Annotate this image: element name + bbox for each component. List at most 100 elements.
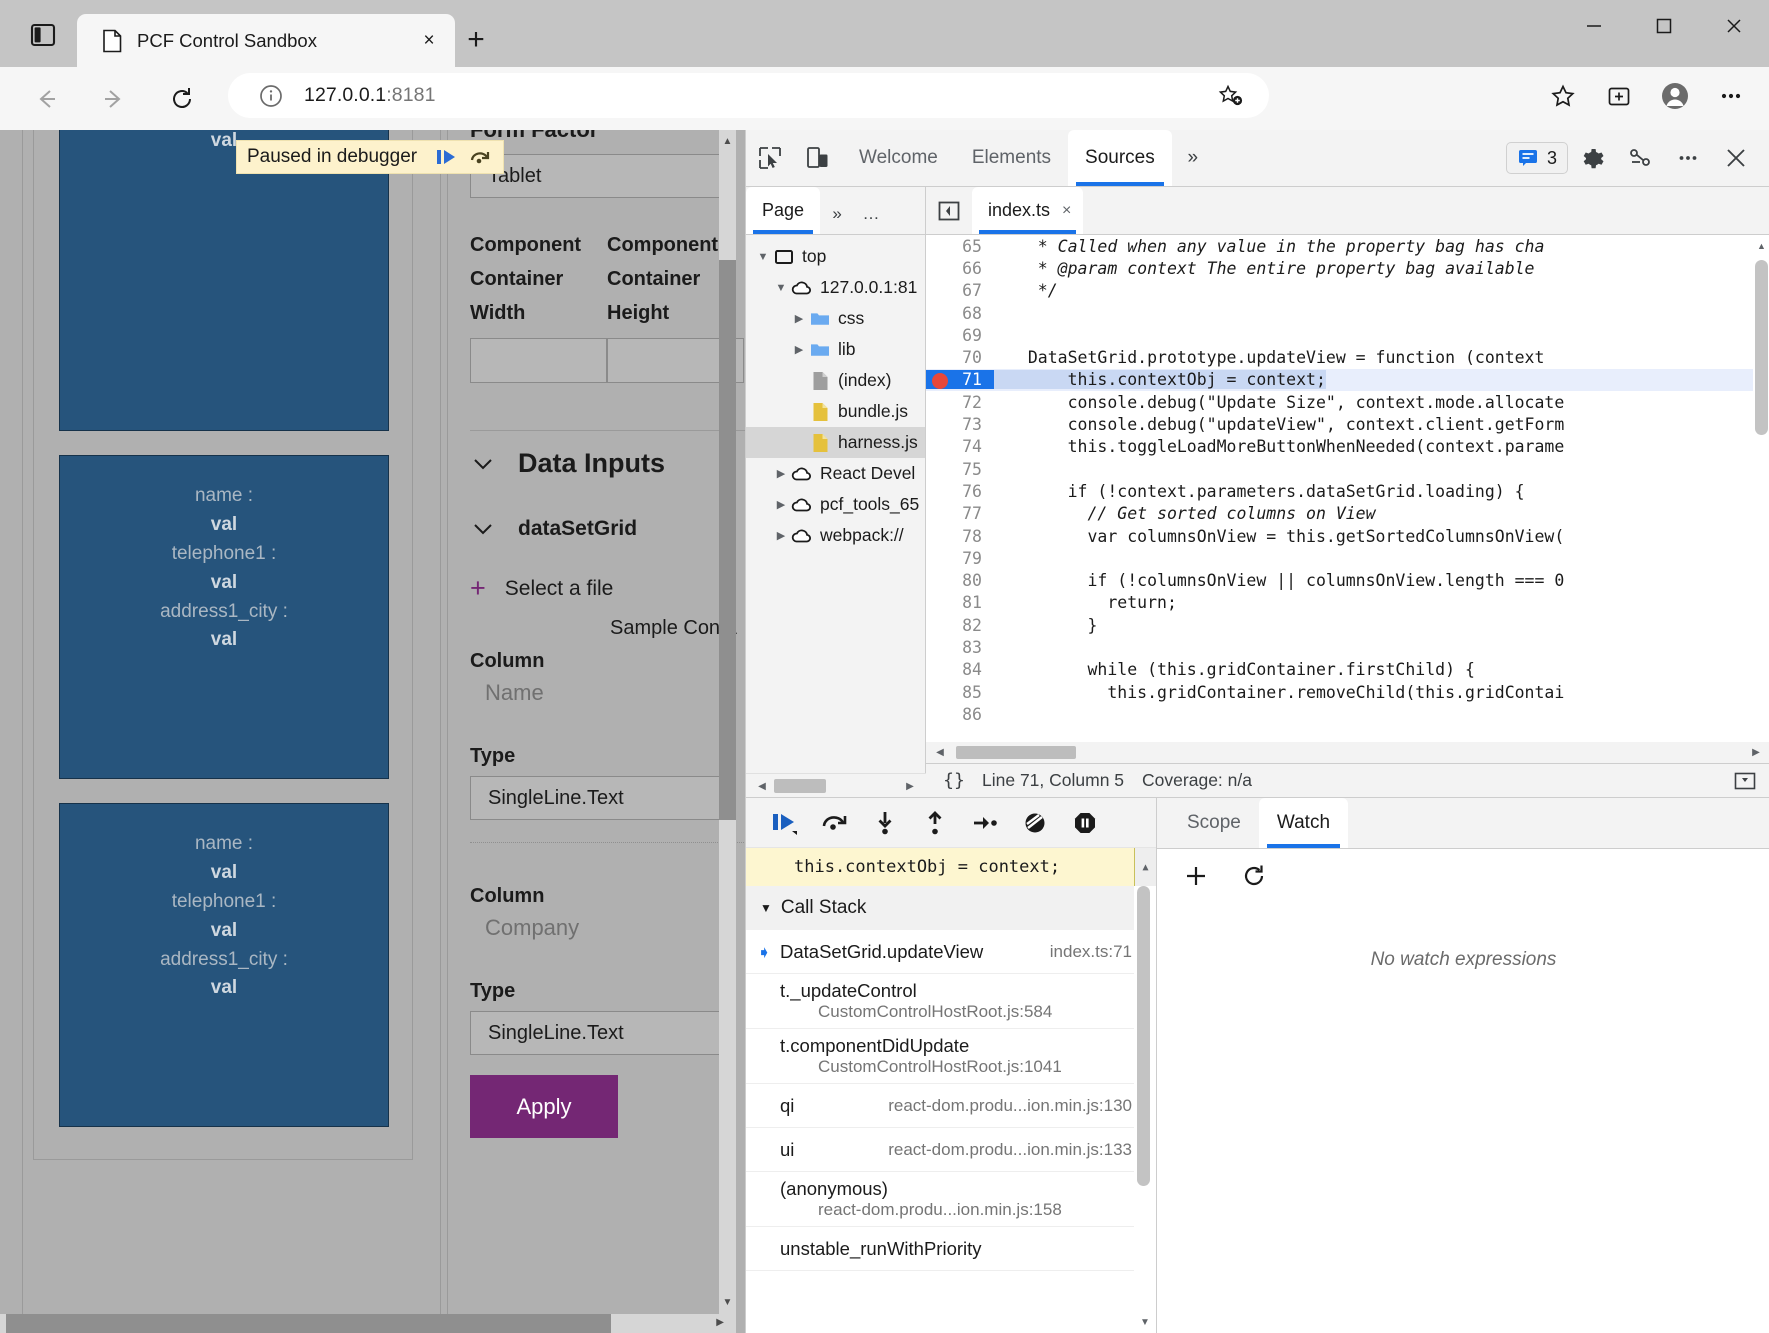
scroll-right-arrow-icon[interactable]: ▶ (1748, 745, 1764, 760)
back-icon[interactable] (23, 76, 68, 121)
close-icon[interactable]: × (1062, 202, 1071, 220)
debugger-vertical-scrollbar[interactable]: ▼ (1134, 886, 1156, 1333)
call-stack-row[interactable]: t._updateControl CustomControlHostRoot.j… (746, 974, 1156, 1029)
breakpoint-icon[interactable] (932, 373, 948, 389)
record-card[interactable]: name : val telephone1 : val address1_cit… (59, 803, 389, 1127)
column-value[interactable]: Name (470, 680, 745, 706)
resume-script-icon[interactable] (429, 142, 463, 172)
close-devtools-icon[interactable] (1712, 136, 1760, 180)
scroll-thumb-horizontal[interactable] (774, 779, 826, 793)
page-horizontal-scrollbar[interactable]: ▶ (0, 1314, 728, 1333)
close-window-icon[interactable] (1699, 0, 1769, 52)
scroll-down-arrow-icon[interactable]: ▼ (719, 1293, 736, 1311)
twisty-icon[interactable]: ▶ (790, 312, 808, 325)
pretty-print-icon[interactable]: {} (926, 770, 982, 791)
select-file-button[interactable]: + Select a file (470, 575, 613, 602)
editor-horizontal-scrollbar[interactable]: ◀ ▶ (926, 742, 1769, 763)
more-tabs-icon[interactable]: » (1172, 136, 1214, 180)
step-into-button[interactable] (862, 802, 907, 844)
code-view[interactable]: 65 * Called when any value in the proper… (926, 235, 1769, 763)
twisty-icon[interactable]: ▶ (772, 529, 790, 542)
tab-sources[interactable]: Sources (1068, 130, 1172, 186)
column-value[interactable]: Company (470, 915, 745, 941)
tree-item-harness-js[interactable]: harness.js (746, 427, 925, 458)
data-inputs-section-header[interactable]: Data Inputs (470, 448, 665, 479)
tab-welcome[interactable]: Welcome (842, 130, 955, 186)
scroll-right-arrow-icon[interactable]: ▶ (902, 778, 918, 794)
deactivate-breakpoints-button[interactable] (1012, 802, 1057, 844)
favorites-icon[interactable] (1535, 73, 1591, 119)
scroll-down-arrow-icon[interactable]: ▼ (1134, 1313, 1156, 1331)
devtools-menu-icon[interactable] (1664, 136, 1712, 180)
profile-avatar[interactable] (1647, 73, 1703, 119)
new-tab-button[interactable]: + (458, 22, 494, 58)
pause-on-exceptions-button[interactable] (1062, 802, 1107, 844)
tree-item-pcf-tools[interactable]: ▶ pcf_tools_65 (746, 489, 925, 520)
type-select[interactable]: SingleLine.Text (470, 1011, 720, 1055)
call-stack-row[interactable]: qi react-dom.produ...ion.min.js:130 (746, 1084, 1156, 1128)
page-vertical-scrollbar[interactable]: ▲ ▼ (719, 130, 736, 1333)
settings-gear-icon[interactable] (1568, 136, 1616, 180)
scroll-thumb-horizontal[interactable] (6, 1314, 611, 1333)
site-info-icon[interactable] (258, 83, 284, 109)
call-stack-row[interactable]: t.componentDidUpdate CustomControlHostRo… (746, 1029, 1156, 1084)
tree-item-webpack[interactable]: ▶ webpack:// (746, 520, 925, 551)
twisty-icon[interactable]: ▼ (754, 251, 772, 263)
twisty-icon[interactable]: ▶ (772, 467, 790, 480)
call-stack-row[interactable]: ui react-dom.produ...ion.min.js:133 (746, 1128, 1156, 1172)
twisty-icon[interactable]: ▶ (790, 343, 808, 356)
scroll-left-arrow-icon[interactable]: ◀ (754, 778, 770, 794)
scroll-left-arrow-icon[interactable]: ◀ (932, 745, 948, 760)
forward-icon[interactable] (91, 76, 136, 121)
tree-item-top[interactable]: ▼ top (746, 241, 925, 272)
device-toolbar-icon[interactable] (794, 136, 842, 180)
call-stack-header[interactable]: ▼ Call Stack (746, 886, 1156, 930)
scroll-up-arrow-icon[interactable]: ▲ (1753, 237, 1769, 254)
maximize-icon[interactable] (1629, 0, 1699, 52)
scroll-thumb[interactable] (1137, 886, 1150, 1186)
step-button[interactable] (962, 802, 1007, 844)
minimize-icon[interactable] (1559, 0, 1629, 52)
call-stack-row[interactable]: unstable_runWithPriority (746, 1227, 1156, 1271)
scroll-up-arrow-icon[interactable]: ▲ (719, 132, 736, 150)
add-favorite-icon[interactable] (1213, 79, 1247, 113)
tab-scope[interactable]: Scope (1169, 798, 1259, 848)
collections-icon[interactable] (1591, 73, 1647, 119)
form-factor-select[interactable]: Tablet (470, 154, 720, 198)
tree-item-index[interactable]: (index) (746, 365, 925, 396)
navigator-horizontal-scrollbar[interactable]: ◀ ▶ (746, 773, 926, 797)
refresh-watch-icon[interactable] (1237, 859, 1271, 893)
scroll-thumb[interactable] (719, 260, 736, 820)
resume-button[interactable] (762, 802, 807, 844)
call-stack-row[interactable]: (anonymous) react-dom.produ...ion.min.js… (746, 1172, 1156, 1227)
dock-panel-icon[interactable] (1730, 769, 1760, 793)
close-tab-icon[interactable]: × (415, 27, 443, 55)
tree-item-lib[interactable]: ▶ lib (746, 334, 925, 365)
tree-item-css[interactable]: ▶ css (746, 303, 925, 334)
container-width-input[interactable] (470, 338, 607, 383)
navigator-more-icon[interactable]: » (820, 194, 854, 234)
editor-tab-index-ts[interactable]: index.ts × (972, 187, 1083, 234)
add-watch-expression-icon[interactable] (1179, 859, 1213, 893)
type-select[interactable]: SingleLine.Text (470, 776, 720, 820)
record-card[interactable]: address1_city : val (59, 130, 389, 431)
scroll-thumb[interactable] (1755, 260, 1768, 435)
call-stack-row[interactable]: ➧ DataSetGrid.updateView index.ts:71 (746, 930, 1156, 974)
editor-vertical-scrollbar[interactable]: ▲ ▼ (1753, 235, 1769, 763)
apply-button[interactable]: Apply (470, 1075, 618, 1138)
navigator-tab-page[interactable]: Page (746, 187, 820, 234)
scroll-right-arrow-icon[interactable]: ▶ (716, 1317, 724, 1328)
scroll-thumb-horizontal[interactable] (956, 746, 1076, 759)
inspect-element-icon[interactable] (746, 136, 794, 180)
twisty-icon[interactable]: ▶ (772, 498, 790, 511)
dataset-section-header[interactable]: dataSetGrid (470, 516, 637, 542)
navigator-menu-icon[interactable]: … (854, 194, 888, 234)
step-out-button[interactable] (912, 802, 957, 844)
step-over-icon[interactable] (463, 142, 497, 172)
show-navigator-icon[interactable] (926, 187, 972, 234)
customize-devtools-icon[interactable] (1616, 136, 1664, 180)
record-card[interactable]: name : val telephone1 : val address1_cit… (59, 455, 389, 779)
reload-icon[interactable] (159, 76, 204, 121)
tab-elements[interactable]: Elements (955, 130, 1068, 186)
tab-watch[interactable]: Watch (1259, 798, 1348, 848)
